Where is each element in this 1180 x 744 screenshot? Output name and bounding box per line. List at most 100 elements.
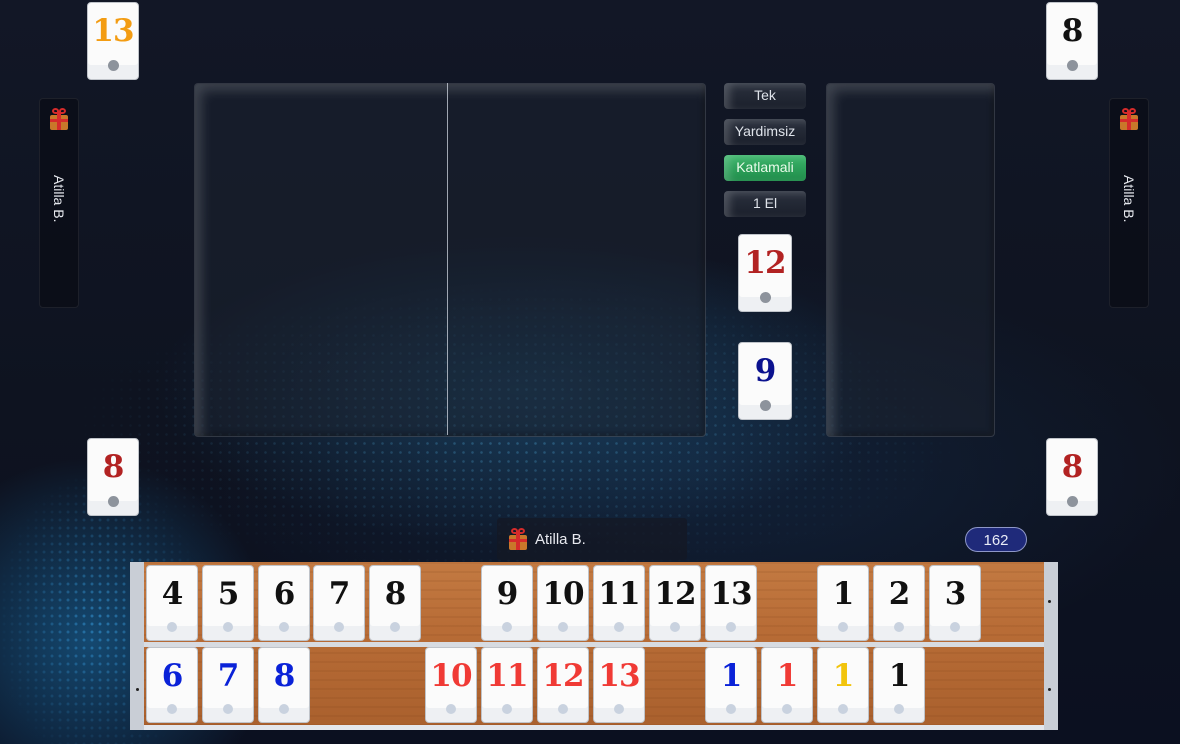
rack-tile[interactable]: 12 bbox=[537, 647, 589, 723]
tile-dot bbox=[558, 704, 568, 714]
tile-dot bbox=[279, 622, 289, 632]
rack-tile[interactable]: 1 bbox=[705, 647, 757, 723]
rack-tile[interactable]: 1 bbox=[761, 647, 813, 723]
tile-number: 9 bbox=[496, 576, 519, 612]
tile-number: 1 bbox=[832, 658, 855, 694]
tile-number: 10 bbox=[430, 658, 472, 694]
tile-dot bbox=[107, 60, 119, 71]
tile-dot bbox=[894, 704, 904, 714]
tile-number: 1 bbox=[776, 658, 799, 694]
tile-number: 7 bbox=[328, 576, 351, 612]
gift-icon[interactable] bbox=[507, 527, 529, 551]
tile-number: 1 bbox=[720, 658, 743, 694]
tile-number: 5 bbox=[217, 576, 240, 612]
tile-number: 8 bbox=[384, 576, 407, 612]
corner-tile-top-left[interactable]: 13 bbox=[87, 2, 139, 80]
rack-tile[interactable]: 13 bbox=[705, 565, 757, 641]
option-tek[interactable]: Tek bbox=[724, 83, 806, 109]
rack-slot-marker bbox=[136, 688, 139, 691]
rack-tile[interactable]: 1 bbox=[817, 647, 869, 723]
score-badge: 162 bbox=[965, 527, 1027, 552]
rack-bottom-edge bbox=[144, 725, 1044, 730]
tile-dot bbox=[614, 622, 624, 632]
corner-tile-bottom-left[interactable]: 8 bbox=[87, 438, 139, 516]
rack-tile[interactable]: 4 bbox=[146, 565, 198, 641]
tile-number: 13 bbox=[598, 658, 640, 694]
tile-number: 6 bbox=[273, 576, 296, 612]
rack-tile[interactable]: 5 bbox=[202, 565, 254, 641]
rack-tile[interactable]: 11 bbox=[481, 647, 533, 723]
tile-dot bbox=[759, 400, 771, 411]
tile-number: 8 bbox=[102, 449, 125, 485]
tile-number: 10 bbox=[542, 576, 584, 612]
rack-slot-marker bbox=[1048, 600, 1051, 603]
tile-number: 7 bbox=[217, 658, 240, 694]
tile-number: 8 bbox=[1061, 449, 1084, 485]
rack-slot-marker bbox=[1048, 688, 1051, 691]
corner-tile-bottom-right[interactable]: 8 bbox=[1046, 438, 1098, 516]
tile-dot bbox=[1066, 496, 1078, 507]
tile-number: 12 bbox=[654, 576, 696, 612]
tile-number: 11 bbox=[598, 576, 640, 612]
rack-tile[interactable]: 12 bbox=[649, 565, 701, 641]
rack-tile[interactable]: 8 bbox=[369, 565, 421, 641]
rack-tile[interactable]: 8 bbox=[258, 647, 310, 723]
left-discard-area[interactable] bbox=[194, 83, 706, 437]
tile-number: 12 bbox=[542, 658, 584, 694]
rack-tile[interactable]: 1 bbox=[873, 647, 925, 723]
rack-tile[interactable]: 7 bbox=[313, 565, 365, 641]
tile-number: 3 bbox=[944, 576, 967, 612]
tile-dot bbox=[223, 704, 233, 714]
rack-tile[interactable]: 6 bbox=[258, 565, 310, 641]
tile-dot bbox=[390, 622, 400, 632]
rack-tile[interactable]: 10 bbox=[537, 565, 589, 641]
option-yardimsiz[interactable]: Yardimsiz bbox=[724, 119, 806, 145]
tile-dot bbox=[894, 622, 904, 632]
tile-dot bbox=[670, 622, 680, 632]
tile-dot bbox=[502, 622, 512, 632]
corner-tile-top-right[interactable]: 8 bbox=[1046, 2, 1098, 80]
rack-tile[interactable]: 9 bbox=[481, 565, 533, 641]
rack-tile[interactable]: 13 bbox=[593, 647, 645, 723]
tile-dot bbox=[167, 622, 177, 632]
tile-number: 9 bbox=[754, 353, 777, 389]
tile-dot bbox=[334, 622, 344, 632]
option-1-el[interactable]: 1 El bbox=[724, 191, 806, 217]
tile-dot bbox=[614, 704, 624, 714]
tile-dot bbox=[782, 704, 792, 714]
tile-number: 1 bbox=[832, 576, 855, 612]
right-discard-area[interactable] bbox=[826, 83, 995, 437]
option-katlamali[interactable]: Katlamali bbox=[724, 155, 806, 181]
tile-dot bbox=[838, 622, 848, 632]
tile-dot bbox=[167, 704, 177, 714]
my-player-name: Atilla B. bbox=[535, 531, 586, 548]
tile-dot bbox=[1066, 60, 1078, 71]
tile-dot bbox=[502, 704, 512, 714]
discard-divider bbox=[447, 83, 448, 435]
tile-dot bbox=[446, 704, 456, 714]
gift-icon[interactable] bbox=[1118, 107, 1140, 131]
left-player-panel: Atilla B. bbox=[39, 98, 79, 308]
rack-tile[interactable]: 1 bbox=[817, 565, 869, 641]
tile-number: 2 bbox=[888, 576, 911, 612]
gift-icon[interactable] bbox=[48, 107, 70, 131]
tile-number: 13 bbox=[92, 13, 134, 49]
rack-tile[interactable]: 10 bbox=[425, 647, 477, 723]
tile-number: 8 bbox=[1061, 13, 1084, 49]
rack-tile[interactable]: 6 bbox=[146, 647, 198, 723]
rack-tile[interactable]: 3 bbox=[929, 565, 981, 641]
rack-tile[interactable]: 11 bbox=[593, 565, 645, 641]
tile-number: 6 bbox=[161, 658, 184, 694]
tile-number: 1 bbox=[888, 658, 911, 694]
rack-tile[interactable]: 2 bbox=[873, 565, 925, 641]
tile-dot bbox=[279, 704, 289, 714]
tile-number: 8 bbox=[273, 658, 296, 694]
rack-tile[interactable]: 7 bbox=[202, 647, 254, 723]
tile-dot bbox=[726, 704, 736, 714]
tile-number: 11 bbox=[486, 658, 528, 694]
tile-dot bbox=[838, 704, 848, 714]
draw-pile-tile[interactable]: 9 bbox=[738, 342, 792, 420]
tile-dot bbox=[107, 496, 119, 507]
tile-dot bbox=[558, 622, 568, 632]
tile-dot bbox=[950, 622, 960, 632]
